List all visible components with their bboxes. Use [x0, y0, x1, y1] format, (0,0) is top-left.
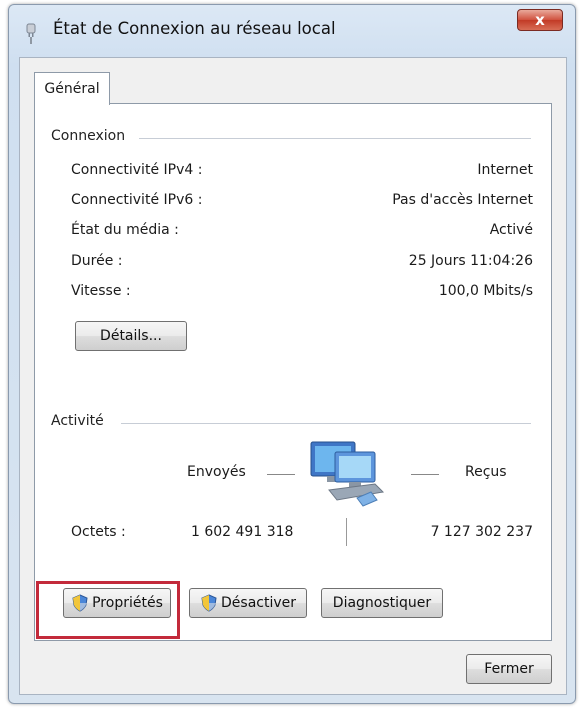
bytes-label: Octets :	[71, 524, 126, 540]
ipv6-label: Connectivité IPv6 :	[71, 192, 203, 208]
title-bar[interactable]: État de Connexion au réseau local x	[9, 5, 575, 61]
speed-value: 100,0 Mbits/s	[438, 283, 533, 299]
properties-highlight-box	[36, 581, 180, 639]
bytes-received-value: 7 127 302 237	[430, 524, 533, 540]
ipv4-value: Internet	[477, 162, 533, 178]
duration-value: 25 Jours 11:04:26	[408, 253, 533, 269]
connexion-divider	[139, 138, 531, 139]
received-connector	[411, 474, 439, 475]
disable-button[interactable]: Désactiver	[189, 588, 307, 618]
connexion-heading: Connexion	[51, 128, 126, 144]
media-state-label: État du média :	[71, 222, 179, 238]
tab-general[interactable]: Général	[34, 72, 110, 105]
sent-label: Envoyés	[187, 464, 246, 480]
diagnose-button[interactable]: Diagnostiquer	[321, 588, 443, 618]
speed-label: Vitesse :	[71, 283, 131, 299]
ipv4-label: Connectivité IPv4 :	[71, 162, 203, 178]
duration-label: Durée :	[71, 253, 123, 269]
window-title: État de Connexion au réseau local	[53, 19, 336, 38]
activity-heading: Activité	[51, 413, 104, 429]
media-state-value: Activé	[489, 222, 533, 238]
bytes-sent-value: 1 602 491 318	[191, 524, 294, 540]
details-button[interactable]: Détails...	[75, 321, 187, 351]
network-plug-icon	[26, 23, 36, 44]
close-button[interactable]: Fermer	[466, 654, 552, 684]
close-window-button[interactable]: x	[517, 9, 563, 31]
ipv6-value: Pas d'accès Internet	[392, 192, 533, 208]
received-label: Reçus	[465, 464, 507, 480]
disable-label: Désactiver	[221, 595, 296, 611]
tab-panel-general: Connexion Connectivité IPv4 : Internet C…	[34, 103, 552, 641]
bytes-separator	[346, 518, 347, 546]
sent-connector	[267, 474, 295, 475]
network-computers-icon	[310, 441, 385, 507]
uac-shield-icon	[201, 594, 217, 612]
activity-divider	[121, 423, 531, 424]
